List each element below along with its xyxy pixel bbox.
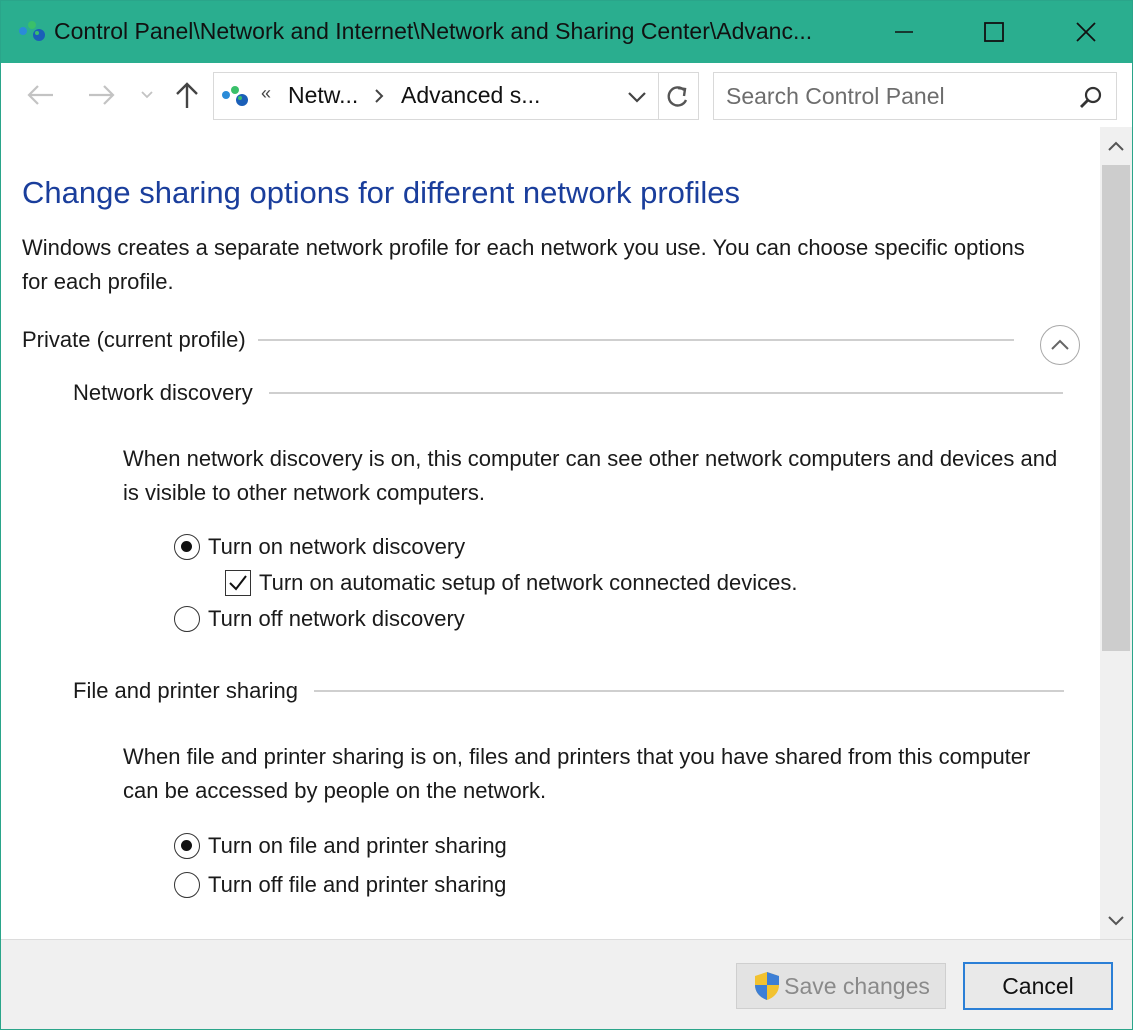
radio-button-selected[interactable]: [174, 534, 200, 560]
search-icon[interactable]: [1078, 85, 1104, 111]
save-changes-button[interactable]: Save changes: [736, 963, 946, 1009]
back-arrow-icon: [27, 85, 53, 105]
chevron-down-icon[interactable]: [626, 88, 648, 106]
search-box[interactable]: [713, 72, 1117, 120]
close-button[interactable]: [1040, 1, 1132, 63]
profile-header: Private (current profile): [22, 327, 1082, 353]
cancel-button[interactable]: Cancel: [963, 962, 1113, 1010]
up-button[interactable]: [171, 79, 203, 111]
divider-line: [257, 339, 1014, 341]
scroll-up-button[interactable]: [1100, 127, 1132, 165]
radio-button-selected[interactable]: [174, 833, 200, 859]
chevron-down-icon: [1108, 916, 1124, 926]
control-panel-window: Control Panel\Network and Internet\Netwo…: [0, 0, 1133, 1030]
collapse-profile-button[interactable]: [1040, 325, 1080, 365]
address-bar[interactable]: « Netw... Advanced s...: [213, 72, 699, 120]
save-changes-label: Save changes: [784, 972, 930, 999]
radio-button[interactable]: [174, 872, 200, 898]
uac-shield-icon: [755, 972, 780, 1000]
checkmark-icon: [229, 575, 247, 591]
breadcrumb-advanced[interactable]: Advanced s...: [401, 82, 540, 109]
file-sharing-description: When file and printer sharing is on, fil…: [123, 744, 1031, 803]
divider-line: [268, 392, 1063, 394]
navigation-bar: « Netw... Advanced s...: [1, 63, 1132, 127]
option-label: Turn on network discovery: [208, 534, 466, 559]
search-input[interactable]: [726, 81, 1066, 111]
maximize-icon: [984, 22, 1004, 42]
forward-button[interactable]: [85, 79, 119, 111]
footer-bar: Save changes Cancel: [1, 939, 1132, 1029]
recent-chevron-icon: [141, 91, 153, 99]
chevron-up-circle-icon: [1051, 339, 1069, 350]
intro-text: Windows creates a separate network profi…: [22, 235, 1025, 294]
maximize-button[interactable]: [948, 1, 1040, 63]
minimize-button[interactable]: [858, 1, 950, 63]
auto-setup-option[interactable]: Turn on automatic setup of network conne…: [225, 570, 797, 596]
option-label: Turn off network discovery: [208, 606, 465, 631]
network-discovery-title: Network discovery: [73, 380, 253, 405]
forward-arrow-icon: [89, 85, 115, 105]
network-icon: [222, 86, 248, 106]
recent-locations-button[interactable]: [137, 79, 157, 111]
address-divider: [658, 73, 659, 119]
back-button[interactable]: [23, 79, 57, 111]
network-discovery-header: Network discovery: [73, 380, 1080, 406]
file-sharing-header: File and printer sharing: [73, 678, 1080, 704]
network-icon: [19, 21, 45, 41]
network-discovery-off-option[interactable]: Turn off network discovery: [174, 606, 465, 632]
up-arrow-icon: [176, 82, 198, 108]
checkbox-checked[interactable]: [225, 570, 251, 596]
file-sharing-off-option[interactable]: Turn off file and printer sharing: [174, 872, 506, 898]
breadcrumb-network[interactable]: Netw...: [288, 82, 358, 109]
refresh-icon[interactable]: [664, 84, 692, 110]
minimize-icon: [895, 31, 913, 33]
scroll-down-button[interactable]: [1100, 903, 1132, 939]
option-label: Turn on file and printer sharing: [208, 833, 507, 858]
divider-line: [314, 690, 1065, 692]
network-discovery-on-option[interactable]: Turn on network discovery: [174, 534, 465, 560]
breadcrumb-overflow[interactable]: «: [261, 83, 271, 104]
chevron-up-icon: [1108, 141, 1124, 151]
network-discovery-description: When network discovery is on, this compu…: [123, 446, 1058, 505]
window-title: Control Panel\Network and Internet\Netwo…: [54, 18, 813, 44]
profile-label: Private (current profile): [22, 327, 246, 352]
title-bar[interactable]: Control Panel\Network and Internet\Netwo…: [1, 1, 1132, 63]
page-title: Change sharing options for different net…: [22, 175, 741, 210]
scrollbar-thumb[interactable]: [1102, 165, 1130, 651]
close-icon: [1076, 22, 1096, 42]
radio-button[interactable]: [174, 606, 200, 632]
option-label: Turn off file and printer sharing: [208, 872, 507, 897]
option-label: Turn on automatic setup of network conne…: [259, 570, 798, 595]
file-sharing-on-option[interactable]: Turn on file and printer sharing: [174, 833, 507, 859]
file-sharing-title: File and printer sharing: [73, 678, 299, 703]
main-content: Change sharing options for different net…: [1, 127, 1100, 939]
vertical-scrollbar[interactable]: [1100, 127, 1132, 939]
chevron-right-icon[interactable]: [372, 87, 386, 105]
